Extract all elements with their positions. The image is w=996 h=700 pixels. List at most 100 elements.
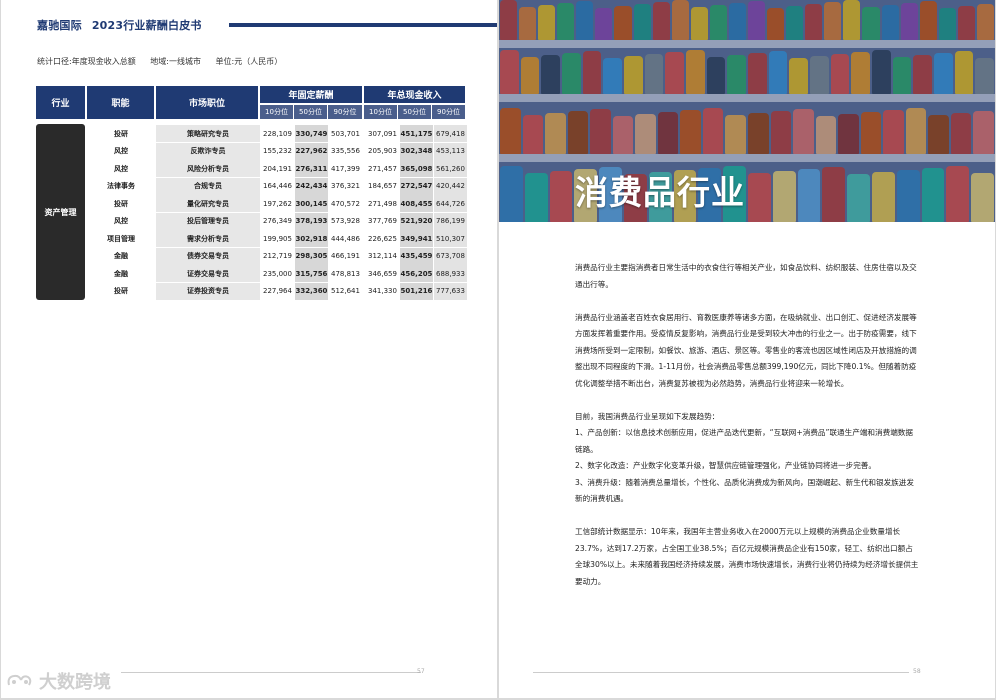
scope-label: 统计口径: — [37, 57, 72, 66]
fixed-salary-cell: 444,486 — [331, 234, 360, 243]
position-cell: 策略研究专员 — [156, 125, 260, 142]
region-label: 地域: — [150, 57, 169, 66]
fixed-salary-cell: 242,434 — [295, 177, 328, 195]
fixed-salary-cell: 298,305 — [295, 247, 328, 265]
fixed-salary-cell: 204,191 — [263, 164, 292, 173]
unit-info: 单位:元（人民币） — [216, 57, 283, 66]
table-row: 风控 反欺诈专员 155,232 227,962 335,556 205,903 302,3… — [86, 142, 468, 160]
fixed-salary-cell: 155,232 — [263, 147, 292, 155]
pct-header: 50分位 — [398, 105, 431, 119]
function-cell: 投研 — [114, 129, 128, 138]
position-cell: 合规专员 — [156, 177, 260, 195]
total-salary-cell: 451,175 — [400, 125, 433, 142]
function-cell: 金融 — [114, 252, 128, 260]
hero-overlay — [499, 0, 995, 222]
total-salary-cell: 688,933 — [434, 265, 467, 282]
total-salary-cell: 408,455 — [400, 195, 433, 212]
total-salary-cell: 456,205 — [400, 265, 433, 282]
paragraph: 消费品行业涵盖老百姓衣食居用行、育教医康养等诸多方面，在吸纳就业、出口创汇、促进… — [575, 312, 917, 388]
total-salary-cell: 453,113 — [434, 142, 467, 160]
fixed-salary-cell: 478,813 — [331, 269, 360, 278]
table-row: 金融 证券交易专员 235,000 315,756 478,813 346,659 456,… — [86, 265, 468, 282]
fixed-salary-cell: 197,262 — [263, 199, 292, 208]
region-info: 地域:一线城市 — [150, 57, 201, 66]
total-salary-cell: 679,418 — [434, 125, 467, 142]
position-cell: 量化研究专员 — [156, 195, 260, 212]
trend-item: 3、消费升级：随着消费总量增长，个性化、品质化消费成为新风向，国潮崛起、新生代和… — [575, 477, 914, 504]
section-asset-management: 资产管理 — [36, 124, 85, 300]
total-salary-cell: 510,307 — [434, 230, 467, 247]
paragraph: 消费品行业主要指消费者日常生活中的衣食住行等相关产业，如食品饮料、纺织服装、住房… — [575, 263, 917, 289]
function-cell: 项目管理 — [107, 234, 135, 243]
pct-header: 10分位 — [260, 105, 293, 119]
total-salary-cell: 673,708 — [434, 247, 467, 265]
fixed-salary-cell: 335,556 — [331, 147, 360, 155]
total-salary-cell: 341,330 — [368, 287, 397, 295]
footer-line — [533, 672, 909, 673]
scope-info: 统计口径:年度现金收入总额 — [37, 57, 136, 66]
fixed-salary-cell: 235,000 — [263, 269, 292, 278]
header-bar — [229, 23, 497, 27]
table-row: 金融 债券交易专员 212,719 298,305 466,191 312,114 435,… — [86, 247, 468, 265]
watermark-logo-icon — [7, 674, 32, 686]
table-row: 投研 量化研究专员 197,262 300,145 470,572 271,498 408,… — [86, 195, 468, 212]
fixed-salary-cell: 227,962 — [295, 142, 328, 160]
table-row: 法律事务 合规专员 164,446 242,434 376,321 184,657 272,… — [86, 177, 468, 195]
table-row: 风控 风险分析专员 204,191 276,311 417,399 271,457 365,… — [86, 160, 468, 177]
total-salary-cell: 312,114 — [368, 252, 397, 260]
function-cell: 金融 — [114, 269, 128, 278]
page-header: 嘉驰国际 2023行业薪酬白皮书 — [37, 17, 212, 33]
page-number: 58 — [913, 668, 921, 675]
table-row: 投研 策略研究专员 228,109 330,749 503,701 307,091 451,… — [86, 125, 468, 142]
unit-label: 单位: — [215, 57, 235, 66]
position-cell: 证券投资专员 — [156, 282, 260, 300]
region-value: 一线城市 — [168, 57, 201, 66]
total-salary-cell: 377,769 — [368, 217, 397, 225]
left-page: 嘉驰国际 2023行业薪酬白皮书 统计口径:年度现金收入总额 地域:一线城市 单位… — [1, 0, 497, 698]
function-cell: 投研 — [114, 199, 128, 208]
total-salary-cell: 307,091 — [368, 129, 397, 138]
total-salary-cell: 349,941 — [400, 230, 433, 247]
total-salary-cell: 346,659 — [368, 269, 397, 278]
fixed-salary-cell: 212,719 — [263, 252, 292, 260]
total-salary-cell: 435,459 — [400, 247, 433, 265]
pct-header: 90分位 — [432, 105, 465, 119]
table-meta: 统计口径:年度现金收入总额 地域:一线城市 单位:元（人民币） — [37, 56, 294, 67]
fixed-salary-cell: 227,964 — [263, 287, 292, 295]
trend-item: 2、数字化改造：产业数字化变革升级，智慧供应链管理强化，产业链协同将进一步完善。 — [575, 461, 876, 470]
fixed-salary-cell: 573,928 — [331, 217, 360, 225]
fixed-salary-cell: 503,701 — [331, 129, 360, 138]
function-cell: 投研 — [114, 287, 128, 295]
unit-value: 元（人民币） — [234, 57, 283, 66]
total-salary-cell: 777,633 — [434, 282, 467, 300]
function-cell: 风控 — [114, 217, 128, 225]
section-title: 消费品行业 — [575, 173, 745, 212]
group-header-total: 年总现金收入 — [364, 86, 465, 103]
position-cell: 投后管理专员 — [156, 212, 260, 230]
function-cell: 风控 — [114, 147, 128, 155]
group-header-fixed: 年固定薪酬 — [260, 86, 362, 103]
fixed-salary-cell: 378,193 — [295, 212, 328, 230]
position-cell: 风险分析专员 — [156, 160, 260, 177]
total-salary-cell: 420,442 — [434, 177, 467, 195]
trend-intro: 目前，我国消费品行业呈现如下发展趋势： — [575, 411, 720, 421]
col-header-industry: 行业 — [36, 86, 85, 119]
table-row: 项目管理 需求分析专员 199,905 302,918 444,486 226,625 34… — [86, 230, 468, 247]
function-cell: 风控 — [114, 164, 128, 173]
closing-paragraph: 工信部统计数据显示：10年来，我国年主营业务收入在2000万元以上规模的消费品企… — [575, 527, 919, 586]
position-cell: 需求分析专员 — [156, 230, 260, 247]
position-cell: 证券交易专员 — [156, 265, 260, 282]
total-salary-cell: 271,498 — [368, 199, 397, 208]
total-salary-cell: 184,657 — [368, 182, 397, 190]
col-header-position: 市场职位 — [156, 86, 258, 119]
total-salary-cell: 272,547 — [400, 177, 433, 195]
table-row: 投研 证券投资专员 227,964 332,360 512,641 341,330 501,… — [86, 282, 468, 300]
total-salary-cell: 521,920 — [400, 212, 433, 230]
fixed-salary-cell: 376,321 — [331, 182, 360, 190]
total-salary-cell: 302,348 — [400, 142, 433, 160]
footer-line — [121, 672, 421, 673]
fixed-salary-cell: 276,349 — [263, 217, 292, 225]
pct-header: 10分位 — [364, 105, 397, 119]
report-title: 2023行业薪酬白皮书 — [91, 19, 202, 32]
watermark: 大数跨境 — [5, 668, 111, 694]
